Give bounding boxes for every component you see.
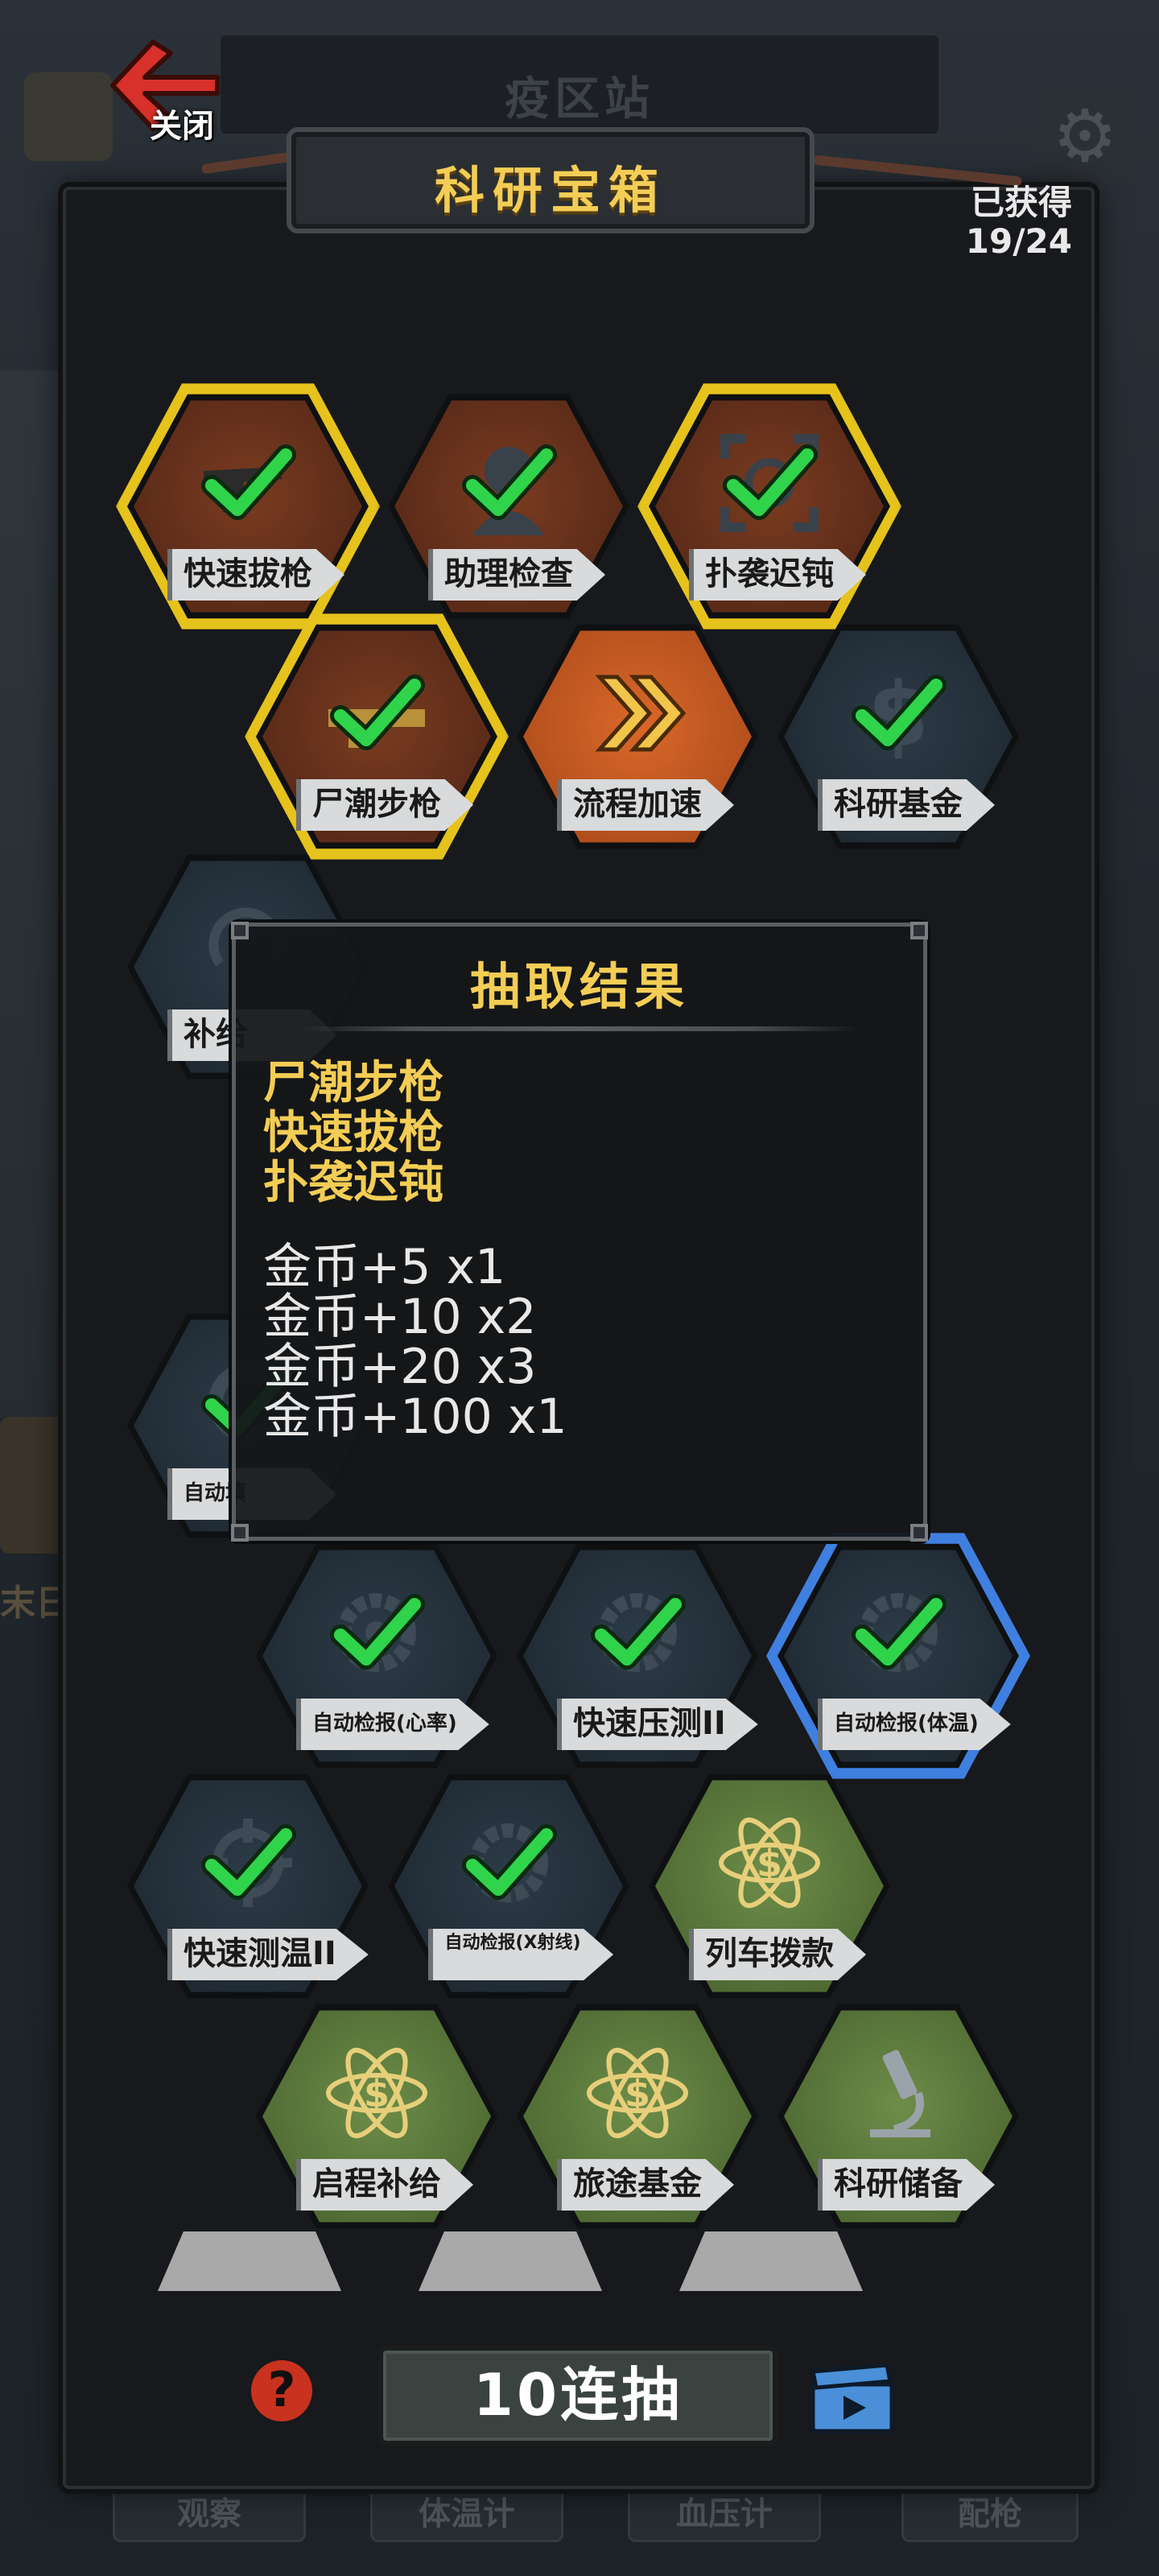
page-title: 科研宝箱 bbox=[434, 161, 666, 220]
result-item: 快速拔枪 bbox=[263, 1107, 443, 1159]
gauge-gear-icon bbox=[577, 1593, 698, 1672]
svg-text:$: $ bbox=[625, 2072, 650, 2116]
tile-auto-report-xray[interactable]: 自动检报(X射线) bbox=[388, 1769, 629, 2003]
video-ad-icon[interactable] bbox=[808, 2362, 897, 2434]
obtained-counter: 已获得 19/24 bbox=[966, 184, 1072, 261]
tile-label: 旅途基金 bbox=[557, 2159, 734, 2211]
obtained-items-list: 尸潮步枪 快速拔枪 扑袭迟钝 bbox=[263, 1059, 443, 1208]
result-item: 扑袭迟钝 bbox=[263, 1157, 443, 1209]
tile-label: 自动检报(X射线) bbox=[428, 1929, 613, 1980]
tile-label: 自动检报(体温) bbox=[818, 1699, 1011, 1750]
microscope-icon bbox=[870, 2050, 930, 2137]
target-frame-icon bbox=[720, 434, 819, 532]
tile-process-speedup[interactable]: 流程加速 bbox=[517, 620, 758, 853]
tile-assistant-check[interactable]: 助理检查 bbox=[388, 390, 629, 623]
background-tab-thermometer: 体温计 bbox=[370, 2486, 563, 2542]
background-station-bar: 疫区站 bbox=[217, 32, 942, 137]
reward-item: 金币+5 x1 bbox=[263, 1239, 506, 1295]
tile-label: 快速拔枪 bbox=[167, 549, 344, 601]
tile-label: 列车拨款 bbox=[689, 1929, 866, 1980]
obtained-count: 19/24 bbox=[965, 221, 1072, 261]
background-tab-gun: 配枪 bbox=[901, 2486, 1079, 2542]
reward-item: 金币+100 x1 bbox=[263, 1389, 567, 1445]
help-button[interactable]: ? bbox=[251, 2360, 312, 2421]
reward-list: 金币+5 x1 金币+10 x2 金币+20 x3 金币+100 x1 bbox=[263, 1242, 567, 1442]
ten-draw-button[interactable]: 10连抽 bbox=[378, 2346, 777, 2446]
tile-quick-temperature-ii[interactable]: 快速测温II bbox=[127, 1769, 369, 2003]
background-side-text: 末日 bbox=[0, 1583, 71, 1624]
atom-dollar-icon: $ bbox=[587, 2047, 688, 2139]
tile-journey-fund[interactable]: $ 旅途基金 bbox=[517, 2000, 758, 2233]
close-button[interactable]: 关闭 bbox=[97, 37, 241, 158]
tile-label: 快速测温II bbox=[167, 1929, 369, 1980]
tile-pounce-slow[interactable]: 扑袭迟钝 bbox=[637, 383, 901, 630]
tile-research-fund[interactable]: $ 科研基金 bbox=[777, 620, 1019, 853]
close-label: 关闭 bbox=[150, 108, 214, 145]
locked-tile-partial bbox=[158, 2231, 341, 2291]
tile-research-reserve[interactable]: 科研储备 bbox=[777, 2000, 1019, 2233]
background-bottom-tabs: 观察 体温计 血压计 配枪 bbox=[113, 2486, 1079, 2550]
svg-text:$: $ bbox=[757, 1842, 782, 1885]
tile-label: 助理检查 bbox=[428, 549, 605, 601]
tile-auto-report-heartrate[interactable]: 自动检报(心率) bbox=[256, 1539, 497, 1773]
dialog-title: 抽取结果 bbox=[469, 957, 689, 1016]
reward-item: 金币+20 x3 bbox=[263, 1339, 537, 1395]
tile-quick-pressure-test-ii[interactable]: 快速压测II bbox=[517, 1539, 758, 1773]
gear-icon bbox=[316, 1593, 437, 1672]
locked-tile-partial bbox=[679, 2231, 863, 2291]
tile-label: 启程补给 bbox=[296, 2159, 473, 2211]
assistant-icon bbox=[448, 423, 569, 535]
tile-label: 科研基金 bbox=[818, 779, 995, 831]
tile-horde-rifle[interactable]: 尸潮步枪 bbox=[245, 613, 509, 860]
tile-label: 扑袭迟钝 bbox=[689, 549, 866, 601]
gear-icon bbox=[838, 1593, 959, 1672]
tile-label: 快速压测II bbox=[557, 1699, 758, 1750]
reward-item: 金币+10 x2 bbox=[263, 1289, 537, 1345]
draw-result-dialog: 抽取结果 尸潮步枪 快速拔枪 扑袭迟钝 金币+5 x1 金币+10 x2 金币+… bbox=[231, 922, 928, 1542]
tile-label: 科研储备 bbox=[818, 2159, 995, 2211]
background-tab-sphygmomanometer: 血压计 bbox=[628, 2486, 821, 2542]
revolver-icon bbox=[188, 423, 308, 543]
tile-quick-draw[interactable]: 快速拔枪 bbox=[116, 383, 380, 630]
background-figure bbox=[0, 370, 64, 1417]
tile-departure-supply[interactable]: $ 启程补给 bbox=[256, 2000, 497, 2233]
atom-dollar-icon: $ bbox=[719, 1817, 820, 1909]
fast-forward-icon bbox=[595, 675, 687, 752]
tile-train-allocation[interactable]: $ 列车拨款 bbox=[649, 1769, 890, 2003]
tile-label: 尸潮步枪 bbox=[296, 779, 473, 831]
tile-label: 流程加速 bbox=[557, 779, 734, 831]
obtained-label: 已获得 bbox=[970, 183, 1072, 222]
gear-icon bbox=[448, 1823, 569, 1902]
background-tab-observe: 观察 bbox=[113, 2486, 306, 2542]
background-station-title: 疫区站 bbox=[505, 73, 654, 126]
dollar-icon: $ bbox=[838, 663, 959, 766]
dialog-divider bbox=[300, 1026, 859, 1031]
result-item: 尸潮步枪 bbox=[263, 1057, 443, 1109]
background-side-icon bbox=[0, 1417, 64, 1554]
tile-auto-report-temperature[interactable]: 自动检报(体温) bbox=[766, 1533, 1030, 1779]
rifle-icon bbox=[328, 653, 425, 774]
tile-label: 自动检报(心率) bbox=[296, 1699, 489, 1750]
atom-dollar-icon: $ bbox=[326, 2047, 427, 2139]
title-plate: 科研宝箱 bbox=[287, 127, 815, 233]
svg-text:$: $ bbox=[364, 2072, 390, 2116]
target-icon bbox=[188, 1818, 308, 1907]
locked-tile-partial bbox=[419, 2231, 602, 2291]
background-gear-icon: ⚙ bbox=[1037, 89, 1133, 185]
